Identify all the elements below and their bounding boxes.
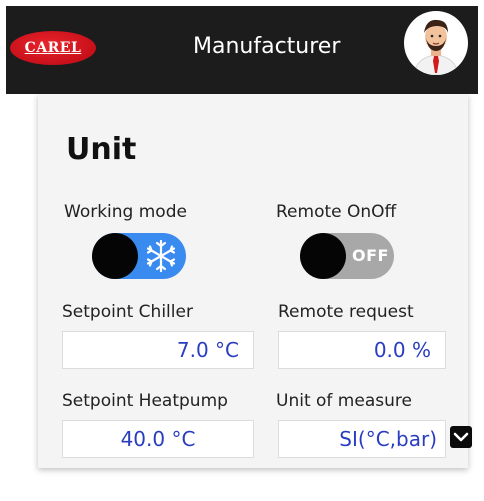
avatar-illustration [405, 12, 467, 75]
user-avatar-icon[interactable] [404, 11, 468, 75]
unit-of-measure-value: SI(°C,bar) [339, 427, 437, 451]
carel-logo: CAREL [10, 31, 96, 65]
setpoint-heatpump-field[interactable]: 40.0 °C [62, 420, 254, 458]
working-mode-knob [92, 233, 138, 279]
unit-of-measure-label: Unit of measure [276, 391, 412, 411]
remote-onoff-label: Remote OnOff [276, 202, 397, 222]
panel-title: Unit [66, 132, 137, 167]
unit-of-measure-select[interactable]: SI(°C,bar) [278, 420, 446, 458]
setpoint-heatpump-label: Setpoint Heatpump [62, 391, 228, 411]
chevron-down-icon[interactable] [450, 426, 472, 448]
setpoint-chiller-label: Setpoint Chiller [62, 302, 193, 322]
chevron-glyph [453, 432, 469, 442]
remote-onoff-state: OFF [352, 246, 389, 265]
remote-onoff-knob [300, 233, 346, 279]
user-role-label: Manufacturer [193, 34, 341, 59]
working-mode-toggle[interactable] [92, 233, 186, 279]
logo-text: CAREL [24, 40, 82, 56]
setpoint-chiller-field[interactable]: 7.0 °C [62, 331, 254, 369]
working-mode-label: Working mode [64, 202, 187, 222]
remote-request-field[interactable]: 0.0 % [278, 331, 446, 369]
snowflake-icon [146, 239, 176, 273]
remote-onoff-toggle[interactable]: OFF [300, 233, 394, 279]
remote-request-label: Remote request [278, 302, 414, 322]
